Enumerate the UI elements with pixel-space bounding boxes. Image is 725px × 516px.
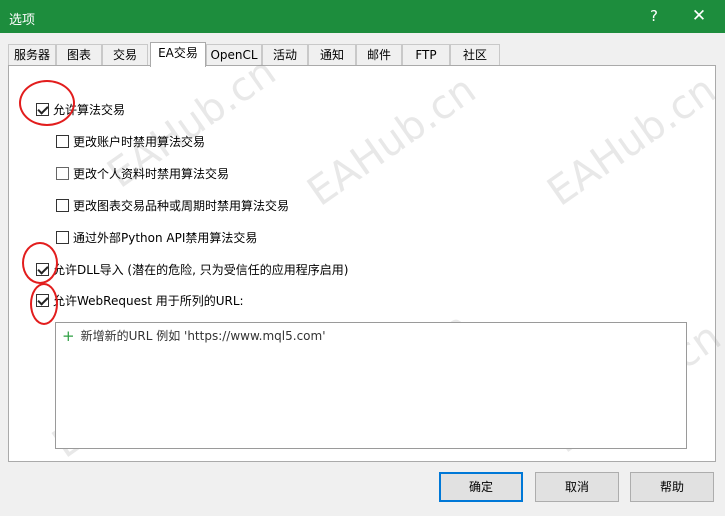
tab-events[interactable]: 活动 [262, 44, 308, 66]
disable-on-account-change-option[interactable]: 更改账户时禁用算法交易 [56, 133, 205, 149]
allow-dll-import-checkbox[interactable] [36, 262, 49, 276]
help-button[interactable]: 帮助 [630, 472, 714, 502]
tab-expert-advisors[interactable]: EA交易 [150, 42, 206, 67]
disable-python-api-option[interactable]: 通过外部Python API禁用算法交易 [56, 229, 257, 245]
disable-on-symbol-change-checkbox[interactable] [56, 198, 69, 212]
tab-ftp[interactable]: FTP [402, 44, 450, 66]
disable-on-profile-change-option[interactable]: 更改个人资料时禁用算法交易 [56, 165, 229, 181]
tab-opencl[interactable]: OpenCL [206, 44, 262, 66]
allow-algo-trading-option[interactable]: 允许算法交易 [36, 101, 125, 117]
allow-algo-trading-checkbox[interactable] [36, 102, 49, 116]
tab-charts[interactable]: 图表 [56, 44, 102, 66]
tab-trade[interactable]: 交易 [102, 44, 148, 66]
disable-on-profile-change-checkbox[interactable] [56, 166, 69, 180]
disable-on-profile-change-label: 更改个人资料时禁用算法交易 [73, 166, 230, 181]
ok-button[interactable]: 确定 [439, 472, 523, 502]
allow-algo-trading-label: 允许算法交易 [53, 102, 126, 117]
tab-server[interactable]: 服务器 [8, 44, 56, 66]
cancel-button[interactable]: 取消 [535, 472, 619, 502]
help-icon[interactable]: ? [641, 5, 667, 27]
tab-community[interactable]: 社区 [450, 44, 500, 66]
disable-on-account-change-checkbox[interactable] [56, 134, 69, 148]
allow-webrequest-label: 允许WebRequest 用于所列的URL: [53, 293, 244, 308]
disable-on-symbol-change-label: 更改图表交易品种或周期时禁用算法交易 [73, 198, 290, 213]
tab-email[interactable]: 邮件 [356, 44, 402, 66]
add-icon[interactable]: + [62, 328, 75, 344]
webrequest-url-list[interactable]: + 新增新的URL 例如 'https://www.mql5.com' [55, 322, 687, 449]
disable-python-api-label: 通过外部Python API禁用算法交易 [73, 230, 258, 245]
disable-python-api-checkbox[interactable] [56, 230, 69, 244]
allow-dll-import-label: 允许DLL导入 (潜在的危险, 只为受信任的应用程序启用) [53, 262, 349, 277]
add-url-label[interactable]: 新增新的URL 例如 'https://www.mql5.com' [81, 327, 326, 344]
allow-dll-import-option[interactable]: 允许DLL导入 (潜在的危险, 只为受信任的应用程序启用) [36, 261, 348, 277]
allow-webrequest-checkbox[interactable] [36, 293, 49, 307]
add-url-row[interactable]: + 新增新的URL 例如 'https://www.mql5.com' [62, 327, 326, 344]
close-icon[interactable]: ✕ [686, 5, 712, 27]
allow-webrequest-option[interactable]: 允许WebRequest 用于所列的URL: [36, 292, 244, 308]
tab-notifications[interactable]: 通知 [308, 44, 356, 66]
window-title: 选项 [9, 13, 36, 28]
disable-on-account-change-label: 更改账户时禁用算法交易 [73, 134, 206, 149]
disable-on-symbol-change-option[interactable]: 更改图表交易品种或周期时禁用算法交易 [56, 197, 289, 213]
title-bar: 选项 ? ✕ [0, 0, 725, 33]
